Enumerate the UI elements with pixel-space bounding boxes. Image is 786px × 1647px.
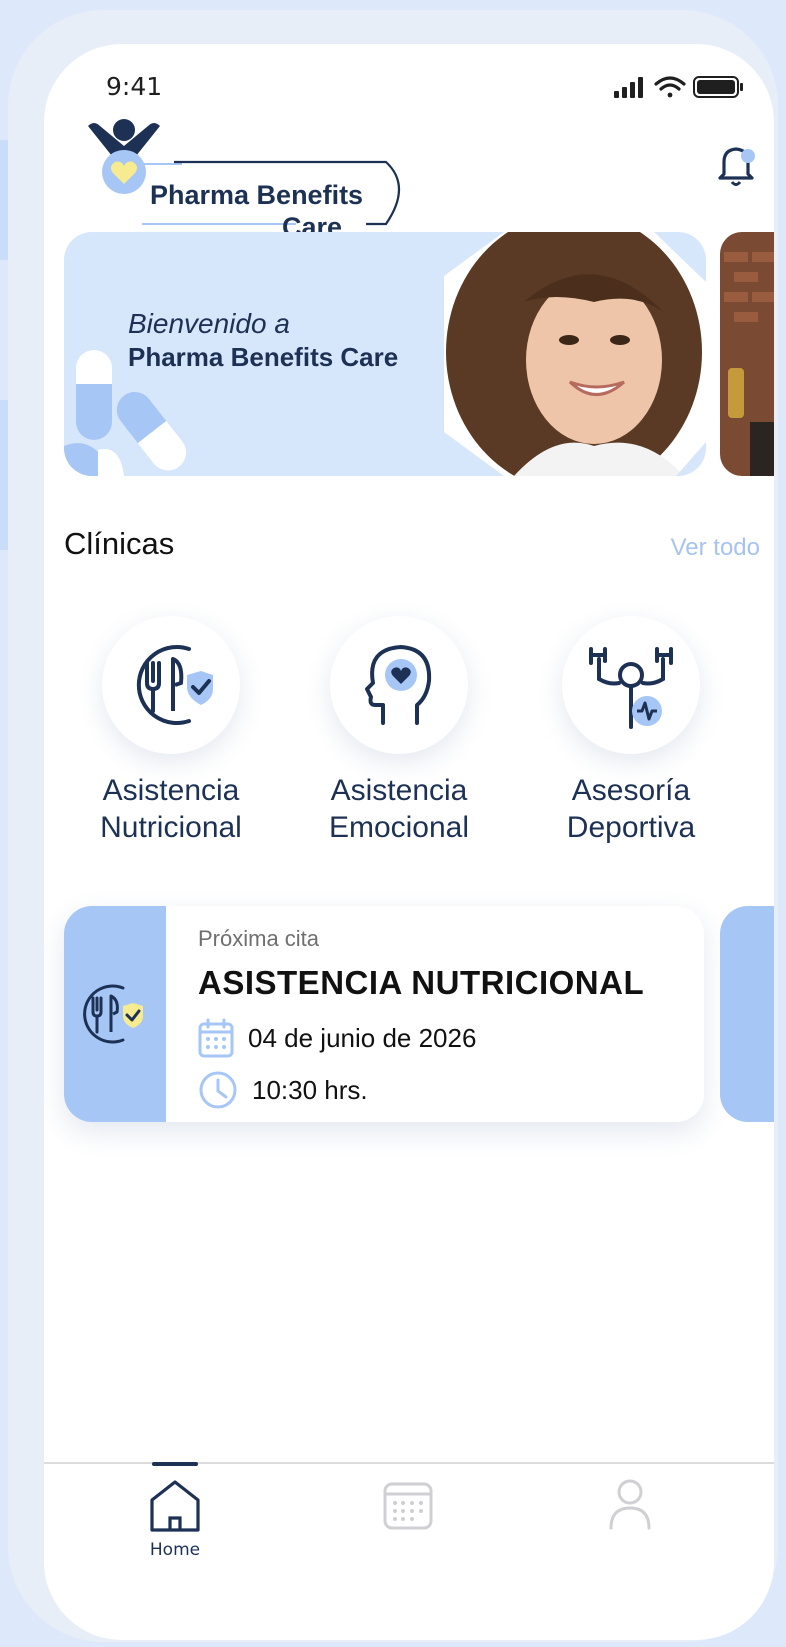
nutrition-icon xyxy=(136,645,213,725)
clinic-icon-circle xyxy=(102,616,240,754)
smiling-woman-photo xyxy=(444,232,706,476)
banner-greeting: Bienvenido a xyxy=(128,308,290,339)
phone-frame: 9:41 Pharma Benefits Care Bienvenido a P… xyxy=(8,10,778,1642)
calendar-icon xyxy=(198,1018,234,1058)
appointment-time: 10:30 hrs. xyxy=(252,1074,368,1105)
tab-home-label: Home xyxy=(149,1540,201,1560)
app-screen: 9:41 Pharma Benefits Care Bienvenido a P… xyxy=(44,44,774,1640)
appointment-time-row: 10:30 hrs. xyxy=(198,1070,368,1110)
clinic-nutrition[interactable]: Asistencia Nutricional xyxy=(66,616,276,846)
nutrition-icon xyxy=(83,984,143,1044)
appointment-date: 04 de junio de 2026 xyxy=(248,1022,477,1053)
next-appointment-card-peek[interactable] xyxy=(720,906,774,1122)
clinic-emotional[interactable]: Asistencia Emocional xyxy=(294,616,504,846)
clinic-label-line1: Asistencia xyxy=(330,774,468,807)
clinic-label: Asistencia Nutricional xyxy=(66,772,276,846)
status-icons xyxy=(614,76,743,98)
logo-text-line1: Pharma Benefits xyxy=(150,180,364,210)
clinic-icon-circle xyxy=(330,616,468,754)
clinic-label-line2: Nutricional xyxy=(100,811,242,844)
see-all-link[interactable]: Ver todo xyxy=(671,534,760,562)
fitness-icon xyxy=(589,647,673,729)
home-icon xyxy=(150,1480,200,1532)
tab-active-indicator xyxy=(152,1462,198,1466)
background-stripe xyxy=(0,400,8,550)
tab-home[interactable]: Home xyxy=(110,1462,240,1574)
mental-health-icon xyxy=(365,645,432,725)
clock-icon xyxy=(199,1071,237,1109)
appointment-card-side xyxy=(64,906,166,1122)
tab-calendar[interactable] xyxy=(344,1464,474,1574)
welcome-banner[interactable]: Bienvenido a Pharma Benefits Care xyxy=(64,232,706,476)
battery-icon xyxy=(693,76,743,98)
clinic-label-line2: Emocional xyxy=(328,811,470,844)
wifi-icon xyxy=(654,76,686,98)
status-time: 9:41 xyxy=(106,72,163,101)
appointment-date-row: 04 de junio de 2026 xyxy=(198,1018,476,1058)
banner-brand: Pharma Benefits Care xyxy=(128,342,399,372)
clinic-label: Asistencia Emocional xyxy=(294,772,504,846)
appointment-caption: Próxima cita xyxy=(198,926,320,951)
next-appointment-card[interactable]: Próxima cita ASISTENCIA NUTRICIONAL 04 d… xyxy=(64,906,704,1122)
clinic-label-line2: Deportiva xyxy=(566,811,696,844)
profile-icon xyxy=(609,1479,651,1530)
clinic-icon-circle xyxy=(562,616,700,754)
clinic-label-line1: Asistencia xyxy=(102,774,240,807)
section-title-clinics: Clínicas xyxy=(64,526,175,561)
bell-icon[interactable] xyxy=(716,142,758,188)
app-logo: Pharma Benefits Care xyxy=(86,116,416,242)
signal-icon xyxy=(614,77,643,98)
clinic-label: Asesoría Deportiva xyxy=(526,772,736,846)
calendar-icon xyxy=(383,1482,433,1530)
clinic-label-line1: Asesoría xyxy=(571,774,691,807)
tab-profile[interactable] xyxy=(566,1464,696,1574)
next-banner-peek[interactable] xyxy=(720,232,774,476)
clinic-sports[interactable]: Asesoría Deportiva xyxy=(526,616,736,846)
appointment-title: ASISTENCIA NUTRICIONAL xyxy=(198,964,645,1001)
background-stripe xyxy=(0,140,8,260)
